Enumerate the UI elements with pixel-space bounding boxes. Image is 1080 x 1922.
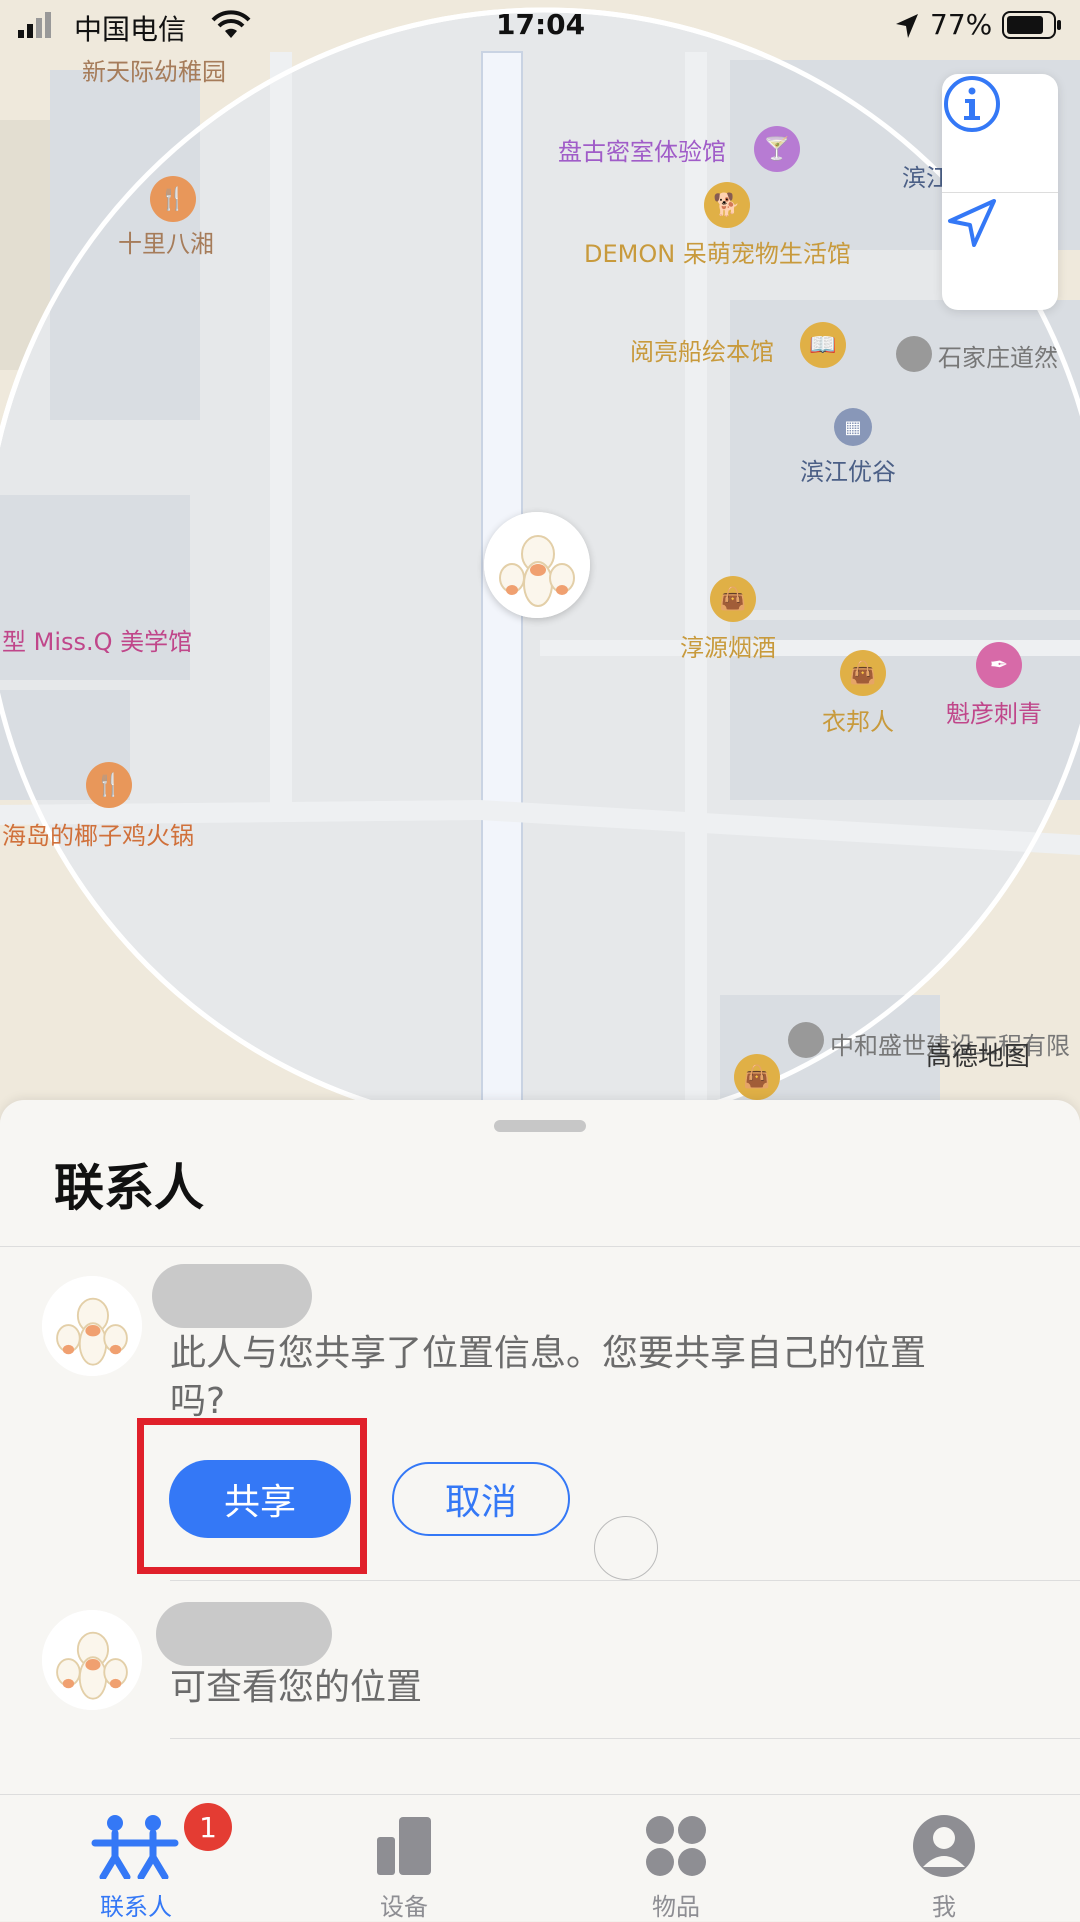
poi-label[interactable]: 盘古密室体验馆 xyxy=(558,132,726,167)
notification-badge: 1 xyxy=(184,1803,232,1851)
tattoo-icon[interactable]: ✒ xyxy=(976,642,1022,688)
contact-status: 可查看您的位置 xyxy=(170,1667,423,1708)
highlight-box xyxy=(137,1418,367,1574)
poi-label[interactable]: 新天际幼稚园 xyxy=(82,52,226,87)
dot-icon[interactable] xyxy=(896,336,932,372)
cocktail-icon[interactable]: 🍸 xyxy=(754,126,800,172)
bag-icon[interactable]: 👜 xyxy=(734,1054,780,1100)
tab-devices[interactable]: 设备 xyxy=(324,1813,484,1922)
poi-label[interactable]: 海岛的椰子鸡火锅 xyxy=(2,816,194,851)
dog-icon[interactable]: 🐕 xyxy=(704,182,750,228)
poi-label[interactable]: 阅亮船绘本馆 xyxy=(630,332,774,367)
poi-label[interactable]: 淳源烟酒 xyxy=(680,628,776,663)
poi-label[interactable]: DEMON 呆萌宠物生活馆 xyxy=(584,234,851,269)
map-watermark: 高德地图 xyxy=(926,1042,1031,1072)
tab-label: 设备 xyxy=(380,1893,428,1921)
goose-avatar-icon xyxy=(484,512,590,618)
location-services-icon xyxy=(896,14,918,38)
poi-label[interactable]: 石家庄道然 xyxy=(938,338,1058,373)
map-info-button[interactable] xyxy=(942,74,1058,192)
divider xyxy=(0,1246,1080,1247)
wifi-icon xyxy=(211,10,251,38)
sheet-handle[interactable] xyxy=(494,1120,586,1132)
profile-icon xyxy=(913,1815,975,1877)
poi-label[interactable]: 型 Miss.Q 美学馆 xyxy=(2,622,192,657)
people-icon xyxy=(91,1815,179,1881)
tab-label: 物品 xyxy=(652,1893,700,1921)
tab-items[interactable]: 物品 xyxy=(596,1813,756,1922)
poi-label[interactable]: 滨江优谷 xyxy=(800,452,896,487)
battery-icon xyxy=(1002,11,1061,39)
tab-label: 我 xyxy=(932,1893,956,1921)
poi-label[interactable]: 十里八湘 xyxy=(118,224,214,259)
locate-button[interactable] xyxy=(942,193,1058,310)
avatar[interactable] xyxy=(42,1276,142,1376)
tab-label: 联系人 xyxy=(100,1893,172,1921)
touch-indicator xyxy=(594,1516,658,1580)
devices-icon xyxy=(377,1817,431,1875)
tab-me[interactable]: 我 xyxy=(864,1813,1024,1922)
dot-icon[interactable] xyxy=(788,1022,824,1058)
bag-icon[interactable]: 👜 xyxy=(710,576,756,622)
status-bar: 中国电信 17:04 77% xyxy=(0,0,1080,52)
goose-avatar-icon xyxy=(42,1610,142,1710)
fork-knife-icon[interactable]: 🍴 xyxy=(150,176,196,222)
user-location-avatar[interactable] xyxy=(484,512,590,618)
contact-name-redacted xyxy=(156,1602,332,1666)
bag-icon[interactable]: 👜 xyxy=(840,650,886,696)
contact-name-redacted xyxy=(152,1264,312,1328)
carrier-label: 中国电信 xyxy=(74,13,187,46)
fork-knife-icon[interactable]: 🍴 xyxy=(86,762,132,808)
items-icon xyxy=(646,1816,706,1876)
poi-label[interactable]: 魁彦刺青 xyxy=(946,694,1042,729)
signal-icon xyxy=(18,12,51,38)
location-arrow-icon xyxy=(948,199,996,247)
sheet-title: 联系人 xyxy=(54,1159,204,1217)
tab-bar: 联系人 1 设备 物品 我 xyxy=(0,1794,1080,1921)
time-label: 17:04 xyxy=(496,8,586,41)
map-controls xyxy=(942,74,1058,310)
map-view[interactable]: 新天际幼稚园 🍴 十里八湘 盘古密室体验馆 🍸 🐕 DEMON 呆萌宠物生活馆 … xyxy=(0,0,1080,1120)
divider xyxy=(170,1738,1080,1739)
share-request-message: 此人与您共享了位置信息。您要共享自己的位置吗? xyxy=(170,1333,927,1422)
divider xyxy=(170,1580,1080,1581)
info-icon xyxy=(944,76,1000,132)
avatar[interactable] xyxy=(42,1610,142,1710)
battery-percent: 77% xyxy=(930,8,993,41)
book-icon[interactable]: 📖 xyxy=(800,322,846,368)
building-icon[interactable]: ▦ xyxy=(834,408,872,446)
poi-label[interactable]: 衣邦人 xyxy=(822,702,894,737)
cancel-button[interactable]: 取消 xyxy=(392,1462,570,1536)
goose-avatar-icon xyxy=(42,1276,142,1376)
